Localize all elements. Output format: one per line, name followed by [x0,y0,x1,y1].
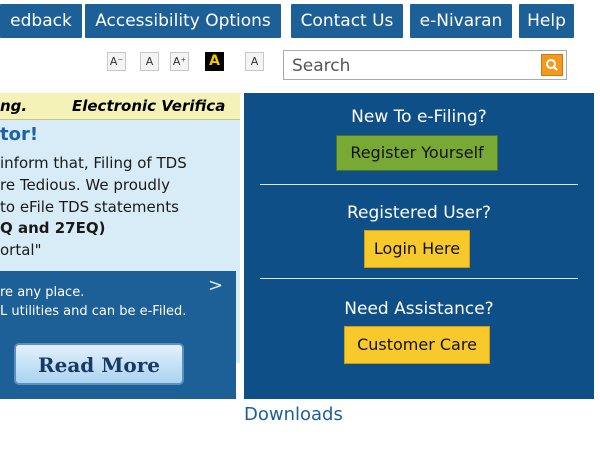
login-here-button[interactable]: Login Here [364,230,470,268]
downloads-link[interactable]: Downloads [244,404,364,428]
search-icon [546,59,558,71]
footer-line: re any place. [0,285,85,300]
notice-line: inform that, Filing of TDS [0,154,187,172]
search-input[interactable] [290,54,524,78]
notice-line: ortal" [0,241,42,259]
nav-contact-us[interactable]: Contact Us [291,4,403,38]
read-more-button[interactable]: Read More [14,343,184,385]
nav-accessibility-options[interactable]: Accessibility Options [85,4,281,38]
register-yourself-button[interactable]: Register Yourself [336,135,498,171]
font-increase-button[interactable]: A⁺ [170,52,189,71]
nav-feedback[interactable]: edback [0,4,82,38]
notice-footer: re any place. L utilities and can be e-F… [0,271,236,399]
next-arrow-icon[interactable]: > [208,275,223,296]
font-decrease-button[interactable]: A⁻ [107,52,126,71]
font-normal-button[interactable]: A [140,52,159,71]
new-to-efiling-heading: New To e-Filing? [351,107,487,127]
divider [260,278,578,279]
ticker-text-right: Electronic Verifica [72,97,226,115]
footer-line: L utilities and can be e-Filed. [0,304,187,319]
normal-contrast-button[interactable]: A [245,52,264,71]
nav-e-nivaran[interactable]: e-Nivaran [410,4,512,38]
search-button[interactable] [541,54,563,76]
notice-line: to eFile TDS statements [0,198,179,216]
top-nav: edback Accessibility Options Contact Us … [0,0,600,42]
ticker-text-left: ng. [0,97,28,115]
notice-heading: tor! [0,124,39,145]
notice-panel: ng. Electronic Verifica tor! inform that… [0,93,240,399]
login-panel: New To e-Filing? Register Yourself Regis… [244,93,594,399]
customer-care-button[interactable]: Customer Care [344,326,490,364]
nav-help[interactable]: Help [519,4,574,38]
search-box [283,50,567,80]
news-ticker[interactable]: ng. Electronic Verifica [0,93,240,120]
registered-user-heading: Registered User? [346,203,492,223]
notice-line: re Tedious. We proudly [0,176,170,194]
notice-line: Q and 27EQ) [0,219,106,237]
high-contrast-button[interactable]: A [205,52,224,71]
need-assistance-heading: Need Assistance? [344,299,494,319]
divider [260,184,578,185]
